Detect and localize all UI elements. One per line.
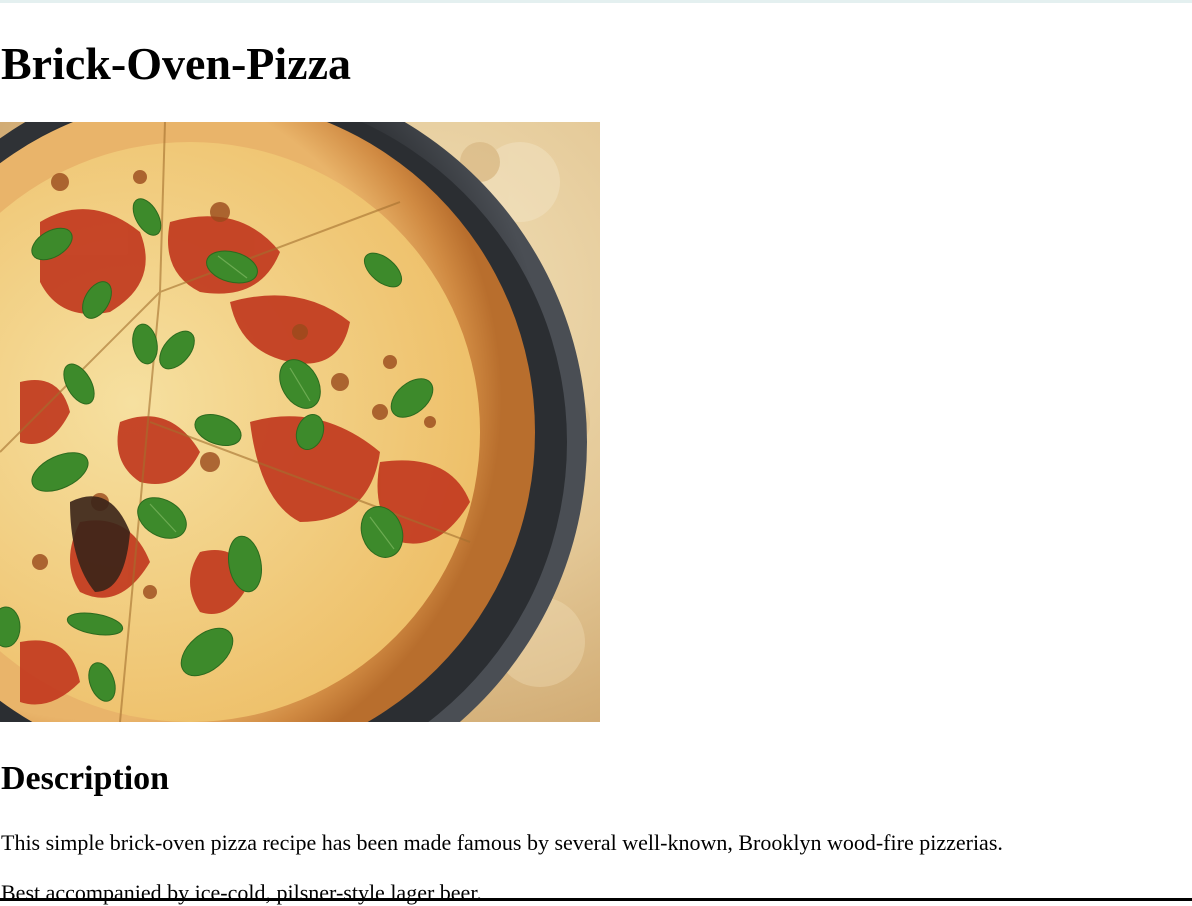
pairing-text: Best accompanied by ice-cold, pilsner-st… bbox=[1, 880, 482, 905]
pizza-illustration bbox=[0, 122, 600, 722]
page-title: Brick-Oven-Pizza bbox=[1, 38, 352, 89]
recipe-page: Brick-Oven-Pizza Description This simple… bbox=[0, 0, 1192, 905]
top-divider bbox=[0, 0, 1192, 3]
pizza-photo bbox=[0, 122, 600, 722]
description-heading: Description bbox=[1, 760, 170, 797]
description-text: This simple brick-oven pizza recipe has … bbox=[1, 830, 1003, 855]
